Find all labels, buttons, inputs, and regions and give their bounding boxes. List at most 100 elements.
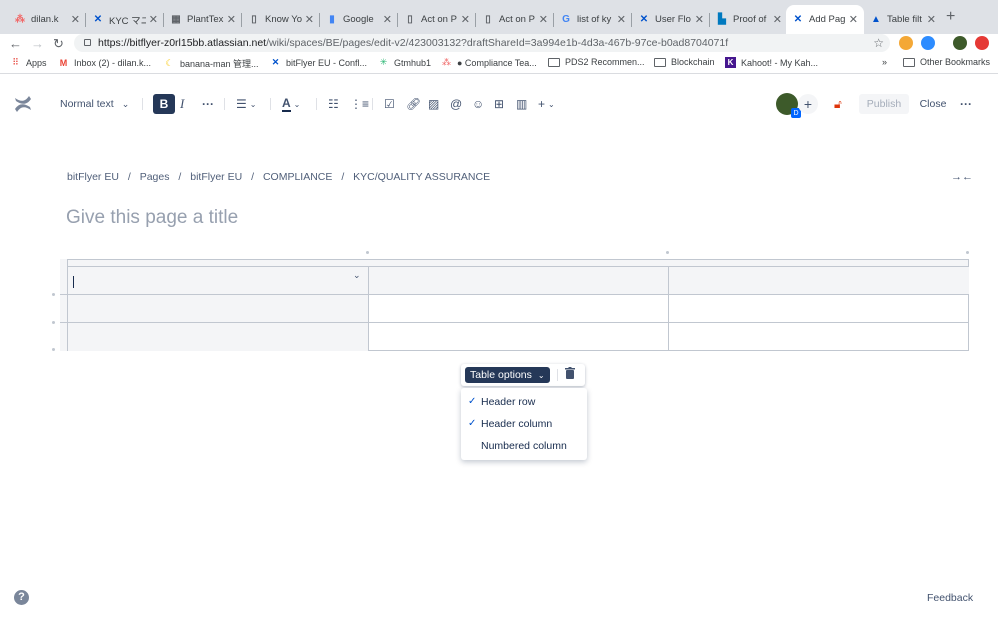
row-handle[interactable] xyxy=(52,348,55,351)
column-handle[interactable] xyxy=(366,251,369,254)
table-header-cell[interactable] xyxy=(369,267,669,294)
breadcrumb-item[interactable]: bitFlyer EU xyxy=(67,171,119,183)
close-tab-icon[interactable]: ✕ xyxy=(849,13,858,26)
bold-button[interactable]: B xyxy=(153,94,175,114)
bookmark-star-icon[interactable]: ☆ xyxy=(873,34,884,52)
row-handle[interactable] xyxy=(52,321,55,324)
browser-tab[interactable]: ✕ KYC マニ ✕ xyxy=(86,5,164,34)
close-tab-icon[interactable]: ✕ xyxy=(539,13,548,26)
table-cell[interactable] xyxy=(669,295,969,322)
rss-extension-icon[interactable] xyxy=(899,36,913,50)
page-title-input[interactable]: Give this page a title xyxy=(66,207,238,229)
menu-item-header-column[interactable]: ✓ Header column xyxy=(461,413,587,435)
close-tab-icon[interactable]: ✕ xyxy=(383,13,392,26)
delete-table-icon[interactable] xyxy=(565,367,575,382)
tab-title: Act on P xyxy=(421,14,457,25)
url-input[interactable]: https://bitflyer-z0rl15bb.atlassian.net/… xyxy=(74,34,890,52)
close-button[interactable]: Close xyxy=(916,94,950,114)
table-cell[interactable] xyxy=(669,323,969,351)
bookmark-label: ● Compliance Tea... xyxy=(457,57,537,68)
table-header-cell[interactable] xyxy=(669,267,969,294)
menu-item-header-row[interactable]: ✓ Header row xyxy=(461,391,587,413)
extension-icon[interactable] xyxy=(975,36,989,50)
breadcrumb-item[interactable]: Pages xyxy=(140,171,170,183)
table-cell[interactable] xyxy=(369,295,669,322)
bookmark-kahoot[interactable]: K Kahoot! - My Kah... xyxy=(725,57,818,68)
content-table[interactable]: ⌄ xyxy=(60,259,969,351)
table-header-cell[interactable] xyxy=(68,295,369,322)
browser-tab[interactable]: ⁂ dilan.k ✕ xyxy=(8,5,86,34)
browser-tab[interactable]: G list of ky ✕ xyxy=(554,5,632,34)
breadcrumb-item[interactable]: COMPLIANCE xyxy=(263,171,332,183)
bookmark-pds2[interactable]: PDS2 Recommen... xyxy=(548,57,645,67)
publish-button[interactable]: Publish xyxy=(859,94,909,114)
table-icon[interactable]: ⊞ xyxy=(494,94,504,114)
bookmark-compliance-team[interactable]: ⁂ ● Compliance Tea... xyxy=(441,57,537,68)
bookmark-bitflyer-confluence[interactable]: ✕ bitFlyer EU - Confl... xyxy=(270,57,367,68)
bookmark-gtmhub[interactable]: ✳ Gtmhub1 xyxy=(378,57,431,68)
close-tab-icon[interactable]: ✕ xyxy=(927,13,936,26)
column-handle[interactable] xyxy=(666,251,669,254)
browser-tab[interactable]: ▯ Act on P ✕ xyxy=(476,5,554,34)
text-color-icon[interactable]: A ⌄ xyxy=(282,94,300,114)
close-tab-icon[interactable]: ✕ xyxy=(773,13,782,26)
insert-plus-icon[interactable]: + ⌄ xyxy=(538,94,555,114)
close-tab-icon[interactable]: ✕ xyxy=(149,13,158,26)
emoji-icon[interactable]: ☺ xyxy=(472,94,484,114)
restrictions-lock-icon[interactable]: 🔓︎ xyxy=(834,94,842,114)
mention-icon[interactable]: @ xyxy=(450,94,462,114)
layouts-icon[interactable]: ▥ xyxy=(516,94,527,114)
bookmark-blockchain[interactable]: Blockchain xyxy=(654,57,715,67)
browser-tab-active[interactable]: ✕ Add Pag ✕ xyxy=(786,5,864,34)
collapse-width-icon[interactable]: →← xyxy=(951,171,973,183)
browser-tab[interactable]: ▮ Google ✕ xyxy=(320,5,398,34)
zoom-extension-icon[interactable] xyxy=(921,36,935,50)
feedback-link[interactable]: Feedback xyxy=(927,592,973,604)
table-header-cell[interactable] xyxy=(68,267,369,294)
browser-tab[interactable]: ▙ Proof of ✕ xyxy=(710,5,788,34)
action-item-icon[interactable]: ☑ xyxy=(384,94,395,114)
close-tab-icon[interactable]: ✕ xyxy=(227,13,236,26)
browser-tab[interactable]: ▦ PlantTex ✕ xyxy=(164,5,242,34)
bullet-list-icon[interactable]: ☷ xyxy=(328,94,339,114)
text-style-dropdown[interactable]: Normal text ⌄ xyxy=(60,94,129,114)
breadcrumb-item[interactable]: bitFlyer EU xyxy=(190,171,242,183)
more-bookmarks-button[interactable]: » xyxy=(882,57,887,67)
close-tab-icon[interactable]: ✕ xyxy=(617,13,626,26)
close-tab-icon[interactable]: ✕ xyxy=(71,13,80,26)
forward-arrow-icon[interactable]: → xyxy=(31,36,44,51)
breadcrumb-item[interactable]: KYC/QUALITY ASSURANCE xyxy=(353,171,490,183)
profile-avatar-icon[interactable] xyxy=(953,36,967,50)
bookmark-apps[interactable]: ⠿ Apps xyxy=(10,57,46,68)
invite-plus-button[interactable]: + xyxy=(798,94,818,114)
image-icon[interactable]: ▨ xyxy=(428,94,439,114)
browser-tab[interactable]: ▲ Table filt ✕ xyxy=(864,5,942,34)
table-cell[interactable] xyxy=(369,323,669,351)
reload-icon[interactable]: ↻ xyxy=(53,36,64,52)
bookmark-banana-man[interactable]: ☾ banana-man 管理... xyxy=(164,57,258,70)
more-formatting-button[interactable]: ··· xyxy=(202,94,214,114)
numbered-list-icon[interactable]: ⋮≡ xyxy=(350,94,369,114)
row-handle[interactable] xyxy=(52,293,55,296)
menu-item-numbered-column[interactable]: Numbered column xyxy=(461,435,587,457)
back-arrow-icon[interactable]: ← xyxy=(9,36,22,51)
link-icon[interactable]: 🔗︎ xyxy=(406,94,421,114)
confluence-logo-icon[interactable] xyxy=(12,94,34,114)
new-tab-button[interactable]: + xyxy=(946,8,955,26)
cell-options-chevron-icon[interactable]: ⌄ xyxy=(353,270,361,281)
close-tab-icon[interactable]: ✕ xyxy=(461,13,470,26)
italic-button[interactable]: I xyxy=(180,94,184,114)
other-bookmarks[interactable]: Other Bookmarks xyxy=(903,57,990,67)
column-handle[interactable] xyxy=(966,251,969,254)
browser-tab[interactable]: ▯ Know Yo ✕ xyxy=(242,5,320,34)
bookmark-inbox[interactable]: M Inbox (2) - dilan.k... xyxy=(58,57,151,68)
close-tab-icon[interactable]: ✕ xyxy=(305,13,314,26)
close-tab-icon[interactable]: ✕ xyxy=(695,13,704,26)
help-button[interactable]: ? xyxy=(14,590,29,605)
more-actions-button[interactable]: ··· xyxy=(960,94,972,114)
browser-tab[interactable]: ✕ User Flo ✕ xyxy=(632,5,710,34)
table-header-cell[interactable] xyxy=(68,323,369,351)
browser-tab[interactable]: ▯ Act on P ✕ xyxy=(398,5,476,34)
table-options-button[interactable]: Table options ⌄ xyxy=(465,367,550,383)
align-left-icon[interactable]: ☰ ⌄ xyxy=(236,94,256,114)
